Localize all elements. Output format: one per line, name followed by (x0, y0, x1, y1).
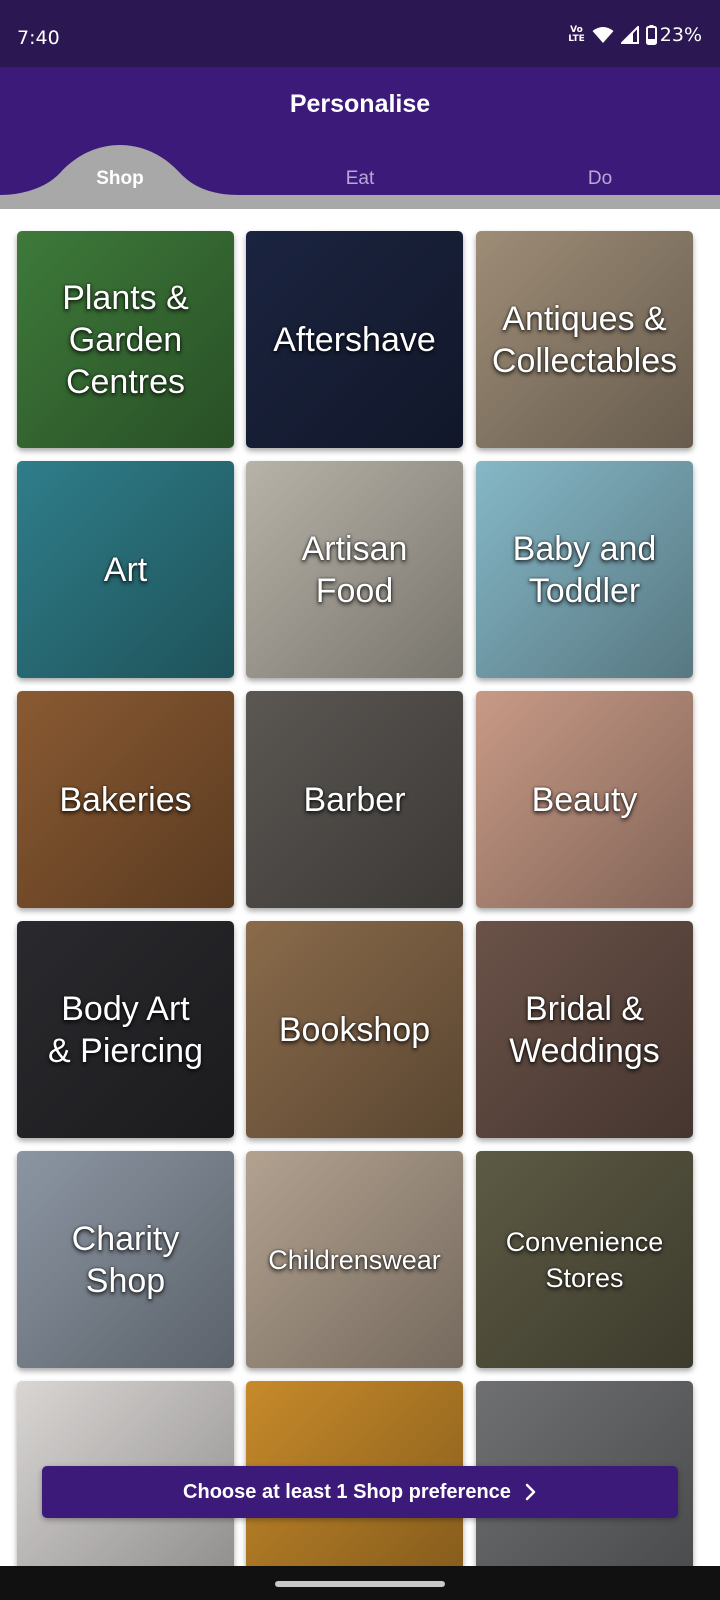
category-card-baby-toddler[interactable]: Baby and Toddler (476, 461, 693, 678)
battery-percent: 23% (659, 24, 702, 46)
battery-icon (645, 25, 657, 45)
category-card-art[interactable]: Art (17, 461, 234, 678)
category-card-antiques-collectables[interactable]: Antiques & Collectables (476, 231, 693, 448)
tab-eat[interactable]: Eat (300, 168, 420, 190)
category-card-body-art-piercing[interactable]: Body Art & Piercing (17, 921, 234, 1138)
cta-label: Choose at least 1 Shop preference (183, 1480, 511, 1503)
category-label: Childrenswear (268, 1244, 441, 1275)
category-card-aftershave[interactable]: Aftershave (246, 231, 463, 448)
category-card-bridal-weddings[interactable]: Bridal & Weddings (476, 921, 693, 1138)
category-label: Artisan Food (301, 529, 408, 610)
status-icons: Vo LTE 23% (568, 24, 702, 46)
category-card-bookshop[interactable]: Bookshop (246, 921, 463, 1138)
category-label: Baby and Toddler (512, 529, 657, 610)
category-label: Art (103, 550, 148, 589)
signal-icon (620, 26, 639, 44)
home-handle[interactable] (275, 1581, 445, 1587)
category-card-childrenswear[interactable]: Childrenswear (246, 1151, 463, 1368)
category-card-barber[interactable]: Barber (246, 691, 463, 908)
category-card-artisan-food[interactable]: Artisan Food (246, 461, 463, 678)
chevron-right-icon (525, 1483, 536, 1501)
category-card-convenience-stores[interactable]: Convenience Stores (476, 1151, 693, 1368)
category-label: Antiques & Collectables (491, 299, 678, 380)
tab-do[interactable]: Do (540, 168, 660, 190)
category-label: Charity Shop (71, 1219, 180, 1300)
category-label: Bridal & Weddings (509, 989, 660, 1070)
volte-icon: Vo LTE (568, 25, 585, 44)
category-card-plants-garden-centres[interactable]: Plants & Garden Centres (17, 231, 234, 448)
tab-shop[interactable]: Shop (60, 168, 180, 190)
status-time: 7:40 (17, 27, 60, 49)
category-label: Convenience Stores (505, 1226, 664, 1293)
category-card-bakeries[interactable]: Bakeries (17, 691, 234, 908)
page-title: Personalise (289, 90, 431, 118)
category-label: Body Art & Piercing (48, 989, 203, 1070)
wifi-icon (592, 27, 614, 43)
category-card-beauty[interactable]: Beauty (476, 691, 693, 908)
category-card-charity-shop[interactable]: Charity Shop (17, 1151, 234, 1368)
category-label: Bakeries (59, 780, 192, 819)
category-label: Beauty (531, 780, 638, 819)
choose-preference-button[interactable]: Choose at least 1 Shop preference (42, 1466, 678, 1518)
category-label: Plants & Garden Centres (62, 278, 189, 401)
category-label: Aftershave (273, 320, 436, 359)
category-label: Barber (303, 780, 406, 819)
battery-indicator: 23% (645, 24, 702, 46)
status-bar: 7:40 Vo LTE 23% (0, 0, 720, 67)
system-nav-bar (0, 1566, 720, 1600)
category-label: Bookshop (278, 1010, 431, 1049)
